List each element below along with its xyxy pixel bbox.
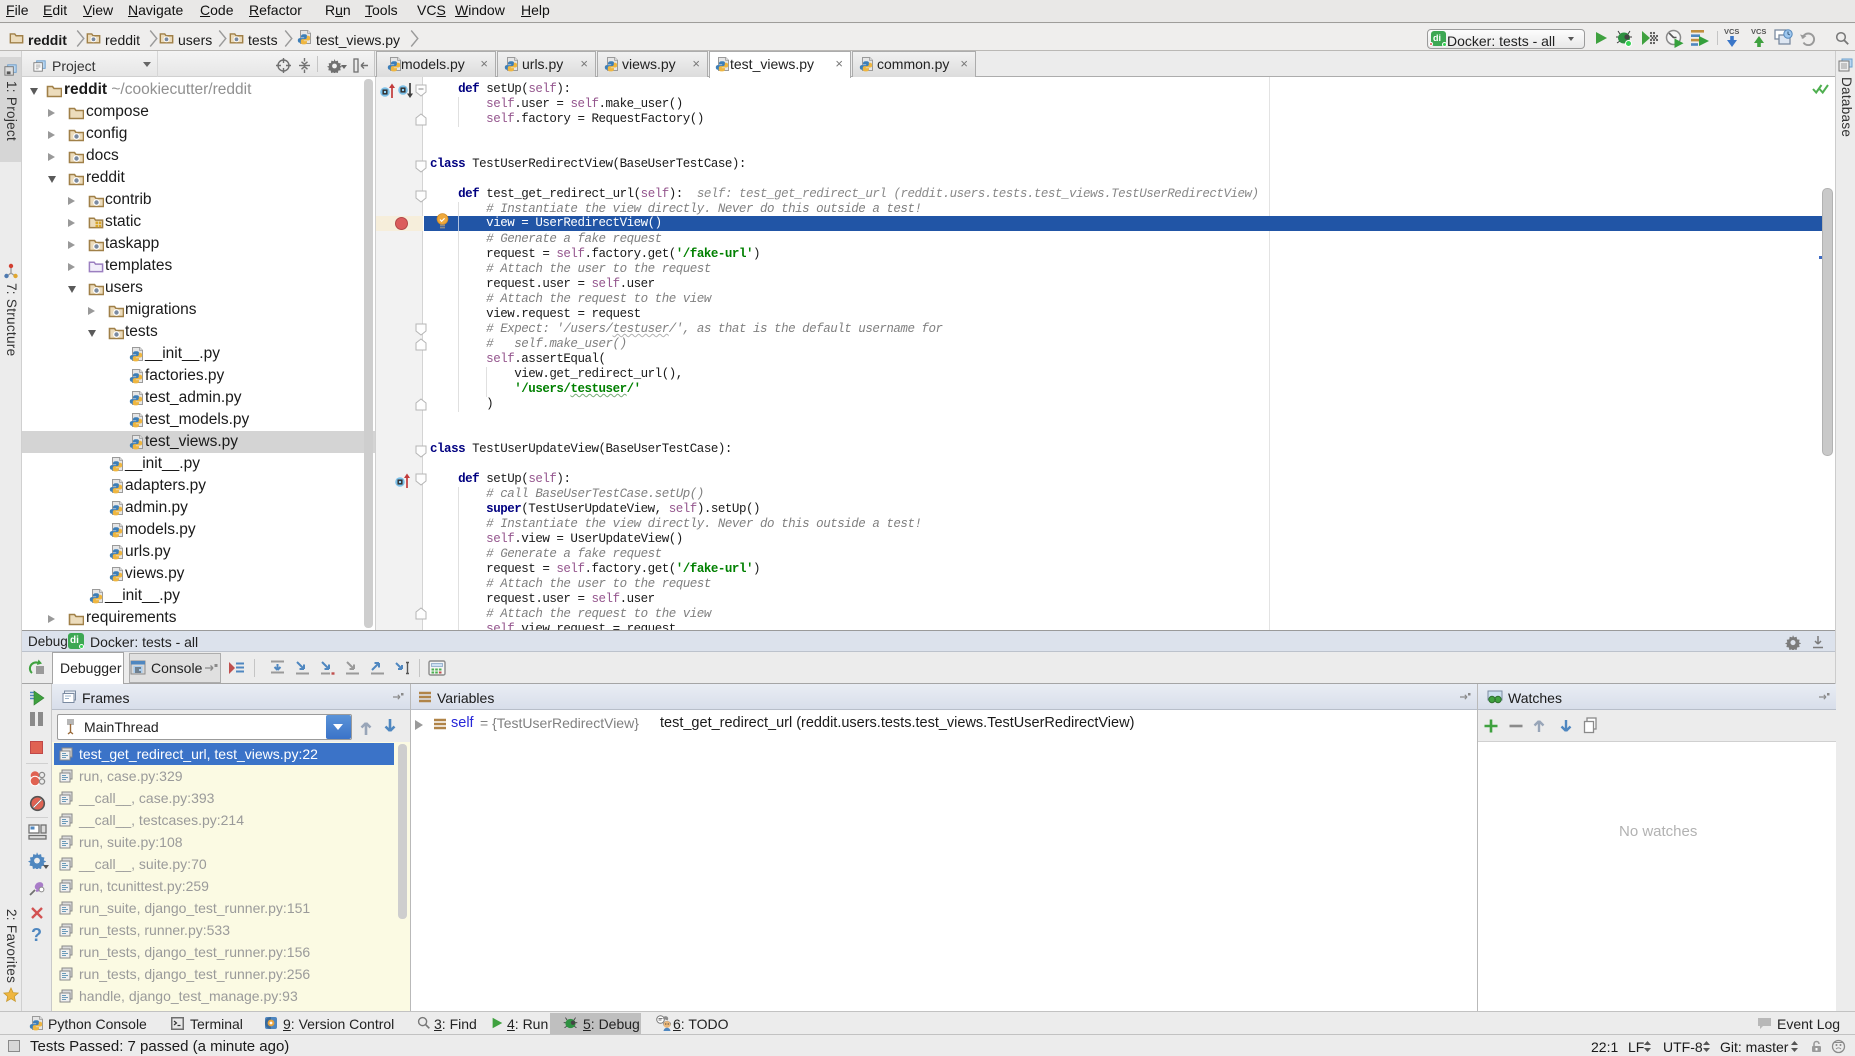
svg-text:VCS: VCS: [1724, 27, 1739, 36]
svg-text:VCS: VCS: [1751, 27, 1766, 36]
